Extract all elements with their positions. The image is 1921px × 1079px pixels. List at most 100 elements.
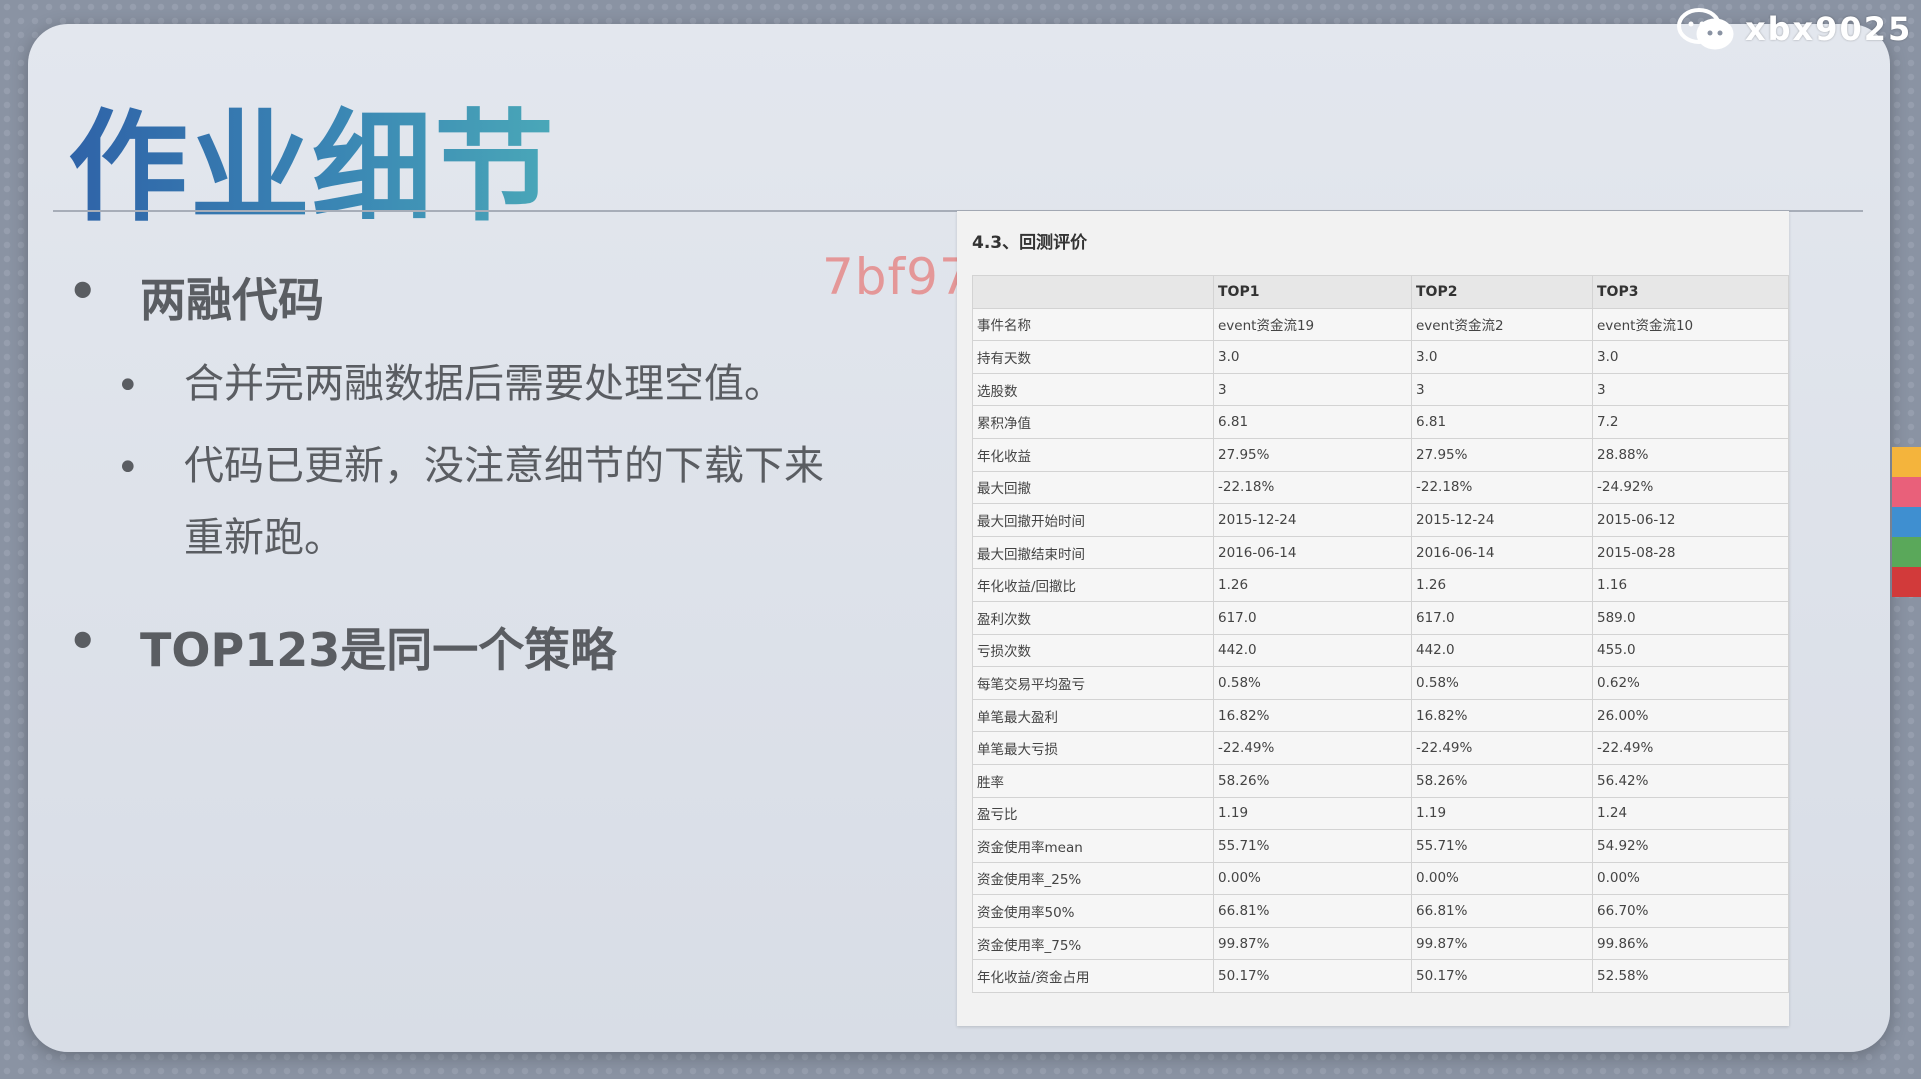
metric-value: 2016-06-14 bbox=[1213, 535, 1412, 570]
metric-value: 2015-06-12 bbox=[1592, 503, 1789, 537]
metric-label: 最大回撤开始时间 bbox=[972, 503, 1214, 537]
metric-value: 26.00% bbox=[1592, 698, 1789, 733]
bullet-text: 两融代码 bbox=[140, 273, 324, 327]
metric-value: -22.49% bbox=[1213, 731, 1412, 765]
metric-label: 资金使用率mean bbox=[972, 829, 1214, 863]
metric-value: 56.42% bbox=[1592, 763, 1789, 798]
table-row: 单笔最大盈利 16.82% 16.82% 26.00% bbox=[972, 698, 1789, 733]
metric-value: 0.00% bbox=[1592, 861, 1789, 896]
metric-value: 50.17% bbox=[1213, 959, 1412, 994]
bullet-text: 代码已更新，没注意细节的下载下来重新跑。 bbox=[184, 443, 824, 561]
metric-label: 单笔最大盈利 bbox=[972, 698, 1214, 733]
table-row: 年化收益 27.95% 27.95% 28.88% bbox=[972, 437, 1789, 472]
metric-label: 胜率 bbox=[972, 763, 1214, 798]
column-header: TOP2 bbox=[1411, 275, 1593, 309]
metric-value: -24.92% bbox=[1592, 470, 1789, 505]
bullet-text: TOP123是同一个策略 bbox=[140, 623, 617, 677]
metric-value: 617.0 bbox=[1213, 600, 1412, 635]
metric-label: 持有天数 bbox=[972, 340, 1214, 374]
metric-value: 16.82% bbox=[1411, 698, 1593, 733]
table-row: 最大回撤 -22.18% -22.18% -24.92% bbox=[972, 470, 1789, 505]
metric-value: event资金流19 bbox=[1213, 307, 1412, 342]
metric-label: 年化收益/回撤比 bbox=[972, 568, 1214, 602]
metric-value: 455.0 bbox=[1592, 633, 1789, 668]
metric-value: 58.26% bbox=[1411, 763, 1593, 798]
bullet-dot: • bbox=[68, 264, 98, 318]
metric-label: 资金使用率_75% bbox=[972, 926, 1214, 961]
metric-value: 16.82% bbox=[1213, 698, 1412, 733]
table-row: 盈利次数 617.0 617.0 589.0 bbox=[972, 600, 1789, 635]
metric-value: 3 bbox=[1411, 372, 1593, 407]
metric-value: 55.71% bbox=[1213, 829, 1412, 863]
metric-value: 0.62% bbox=[1592, 666, 1789, 700]
metric-value: 99.86% bbox=[1592, 926, 1789, 961]
edge-tab bbox=[1892, 477, 1921, 507]
metric-value: -22.49% bbox=[1411, 731, 1593, 765]
metric-label: 资金使用率_25% bbox=[972, 861, 1214, 896]
metric-label: 选股数 bbox=[972, 372, 1214, 407]
metric-value: 66.81% bbox=[1213, 894, 1412, 928]
metric-value: 1.19 bbox=[1213, 796, 1412, 831]
table-row: 累积净值 6.81 6.81 7.2 bbox=[972, 405, 1789, 439]
channel-handle: xbx9025 bbox=[1745, 10, 1913, 48]
metric-value: 2015-08-28 bbox=[1592, 535, 1789, 570]
edge-tab bbox=[1892, 567, 1921, 597]
edge-tab bbox=[1892, 507, 1921, 537]
metric-label: 单笔最大亏损 bbox=[972, 731, 1214, 765]
wechat-icon bbox=[1677, 8, 1734, 50]
edge-tab bbox=[1892, 447, 1921, 477]
metric-value: 1.19 bbox=[1411, 796, 1593, 831]
metric-value: 3.0 bbox=[1411, 340, 1593, 374]
metric-label: 年化收益 bbox=[972, 437, 1214, 472]
table-row: 亏损次数 442.0 442.0 455.0 bbox=[972, 633, 1789, 668]
table-row: 年化收益/回撤比 1.26 1.26 1.16 bbox=[972, 568, 1789, 602]
table-row: 胜率 58.26% 58.26% 56.42% bbox=[972, 763, 1789, 798]
metric-value: 0.00% bbox=[1411, 861, 1593, 896]
metric-value: 3 bbox=[1592, 372, 1789, 407]
table-row: 资金使用率50% 66.81% 66.81% 66.70% bbox=[972, 894, 1789, 928]
metric-value: 52.58% bbox=[1592, 959, 1789, 994]
metric-value: 27.95% bbox=[1411, 437, 1593, 472]
table-row: 盈亏比 1.19 1.19 1.24 bbox=[972, 796, 1789, 831]
metric-value: 442.0 bbox=[1213, 633, 1412, 668]
table-row: 事件名称 event资金流19 event资金流2 event资金流10 bbox=[972, 307, 1789, 342]
table-body: 事件名称 event资金流19 event资金流2 event资金流10 持有天数 3.0… bbox=[972, 307, 1789, 994]
metric-value: 54.92% bbox=[1592, 829, 1789, 863]
metric-label: 每笔交易平均盈亏 bbox=[972, 666, 1214, 700]
table-row: 资金使用率_25% 0.00% 0.00% 0.00% bbox=[972, 861, 1789, 896]
metric-label: 亏损次数 bbox=[972, 633, 1214, 668]
metric-value: 589.0 bbox=[1592, 600, 1789, 635]
metric-value: 99.87% bbox=[1213, 926, 1412, 961]
table-row: 单笔最大亏损 -22.49% -22.49% -22.49% bbox=[972, 731, 1789, 765]
metric-label: 最大回撤 bbox=[972, 470, 1214, 505]
table-row: 资金使用率mean 55.71% 55.71% 54.92% bbox=[972, 829, 1789, 863]
metric-value: 27.95% bbox=[1213, 437, 1412, 472]
column-header bbox=[972, 275, 1214, 309]
column-header: TOP3 bbox=[1592, 275, 1789, 309]
table-row: 每笔交易平均盈亏 0.58% 0.58% 0.62% bbox=[972, 666, 1789, 700]
slide-title: 作业细节 bbox=[68, 70, 556, 244]
metric-value: 3 bbox=[1213, 372, 1412, 407]
table-row: 资金使用率_75% 99.87% 99.87% 99.86% bbox=[972, 926, 1789, 961]
metric-value: 1.16 bbox=[1592, 568, 1789, 602]
metric-label: 事件名称 bbox=[972, 307, 1214, 342]
metric-value: event资金流2 bbox=[1411, 307, 1593, 342]
edge-tab bbox=[1892, 537, 1921, 567]
metric-value: event资金流10 bbox=[1592, 307, 1789, 342]
metric-label: 累积净值 bbox=[972, 405, 1214, 439]
table-row: 最大回撤结束时间 2016-06-14 2016-06-14 2015-08-28 bbox=[972, 535, 1789, 570]
metric-value: 442.0 bbox=[1411, 633, 1593, 668]
edge-color-tabs bbox=[1892, 447, 1921, 597]
table-row: 年化收益/资金占用 50.17% 50.17% 52.58% bbox=[972, 959, 1789, 994]
metric-value: 1.26 bbox=[1411, 568, 1593, 602]
metric-value: 0.58% bbox=[1411, 666, 1593, 700]
metric-value: 1.24 bbox=[1592, 796, 1789, 831]
metric-value: 3.0 bbox=[1592, 340, 1789, 374]
metric-value: 0.00% bbox=[1213, 861, 1412, 896]
report-heading: 4.3、回测评价 bbox=[972, 233, 1088, 253]
bullet-dot: • bbox=[68, 614, 98, 668]
metric-label: 最大回撤结束时间 bbox=[972, 535, 1214, 570]
metric-value: 6.81 bbox=[1411, 405, 1593, 439]
backtest-report: 4.3、回测评价 TOP1 TOP2 TOP3 事件名称 event资金流19 ev… bbox=[957, 211, 1789, 1026]
metric-value: 66.70% bbox=[1592, 894, 1789, 928]
